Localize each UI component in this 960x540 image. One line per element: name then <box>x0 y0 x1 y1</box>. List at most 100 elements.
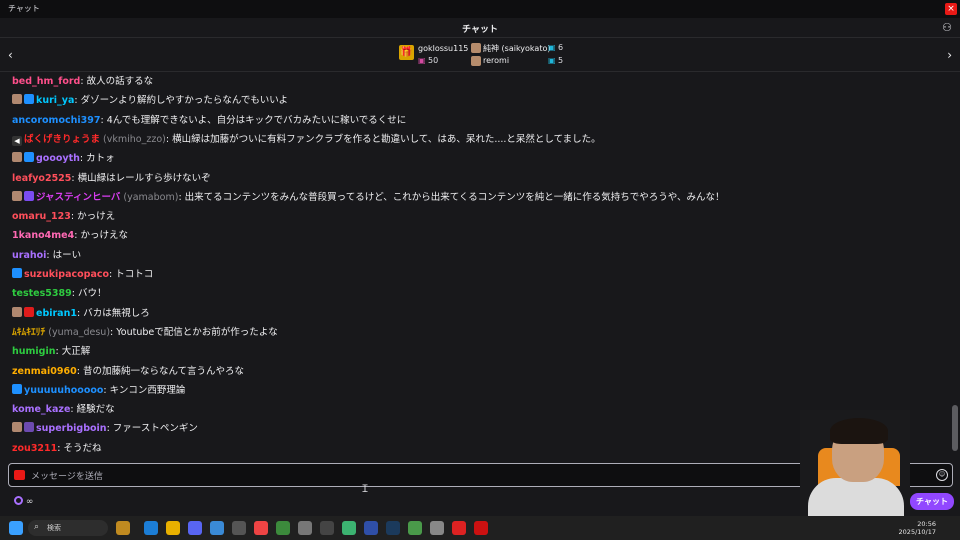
file-explorer-icon[interactable] <box>166 521 180 535</box>
windows-start-icon[interactable] <box>9 521 23 535</box>
emote-picker-icon[interactable]: ☺ <box>936 469 948 481</box>
minecraft-icon[interactable] <box>276 521 290 535</box>
red-badge-icon[interactable] <box>24 306 34 317</box>
steam-icon[interactable] <box>386 521 400 535</box>
chat-username[interactable]: ebiran1 <box>36 308 77 319</box>
x-app-icon[interactable] <box>298 521 312 535</box>
edge-browser-icon[interactable] <box>144 521 158 535</box>
chat-message: urahoi: はーい <box>12 248 81 264</box>
chat-message-text: バウ！ <box>77 288 107 300</box>
leaderboard-prev-icon[interactable]: ‹ <box>8 48 13 62</box>
chat-message: kome_kaze: 経験だな <box>12 402 115 418</box>
chat-username[interactable]: testes5389 <box>12 288 72 299</box>
taskbar-search[interactable]: ⌕ 検索 <box>28 520 108 536</box>
chat-username[interactable]: leafyo2525 <box>12 173 71 184</box>
chat-message-text: 大正解 <box>61 346 91 358</box>
chat-message-text: はーい <box>52 249 82 261</box>
chat-login-name[interactable]: (yamabom) <box>123 192 178 203</box>
chat-username[interactable]: ジャスティンヒーバ <box>36 192 120 203</box>
chat-login-name[interactable]: (vkmiho_zzo) <box>103 134 166 145</box>
leaderboard-next-icon[interactable]: › <box>947 48 952 62</box>
avatar <box>471 56 481 66</box>
chat-send-button[interactable]: チャット <box>910 493 954 510</box>
leaderboard-third-name[interactable]: reromi <box>483 56 509 65</box>
leaderboard-second-name[interactable]: 純神 (saikyokato) <box>483 43 550 54</box>
app-icon[interactable] <box>408 521 422 535</box>
chrome-icon[interactable] <box>254 521 268 535</box>
chat-message-text: そうだね <box>63 442 102 454</box>
chat-message-text: 横山緑は加藤がついに有料ファンクラブを作ると勘違いして、はあ、呆れた....と呆… <box>172 133 601 145</box>
prime-badge-icon[interactable] <box>24 152 34 163</box>
prime-badge-icon[interactable] <box>24 94 34 105</box>
discord-icon[interactable] <box>188 521 202 535</box>
sub-badge-icon[interactable] <box>24 190 34 201</box>
chat-message: ジャスティンヒーバ (yamabom): 出来てるコンテンツをみんな普段買ってる… <box>12 190 724 206</box>
chat-message: superbigboin: ファーストペンギン <box>12 421 198 437</box>
chat-message: leafyo2525: 横山緑はレールすら歩けないぞ <box>12 171 211 187</box>
text-cursor-icon: Ｉ <box>360 484 370 495</box>
mute-badge-icon[interactable]: ◀ <box>12 135 22 146</box>
gift-icon: ▣ <box>548 43 556 52</box>
chat-username[interactable]: ばくげきりょうま <box>24 134 100 145</box>
widget-icon[interactable] <box>116 521 130 535</box>
chat-message: suzukipacopaco: トコトコ <box>12 267 153 283</box>
chat-message: omaru_123: かっけえ <box>12 209 115 225</box>
app-icon[interactable] <box>430 521 444 535</box>
window-titlebar: チャット × <box>0 0 960 18</box>
chat-message: bed_hm_ford: 故人の話するな <box>12 74 153 90</box>
prime-badge-icon[interactable] <box>12 383 22 394</box>
chat-message: zou3211: そうだね <box>12 441 102 457</box>
chat-message-text: トコトコ <box>115 269 154 280</box>
chat-username[interactable]: urahoi <box>12 250 46 261</box>
chat-message-text: バカは無視しろ <box>83 307 150 319</box>
chat-message: testes5389: バウ！ <box>12 286 106 302</box>
avatar-badge-icon[interactable] <box>12 422 22 433</box>
scrollbar-thumb[interactable] <box>952 405 958 451</box>
chat-username[interactable]: kuri_ya <box>36 95 74 106</box>
chat-message: ebiran1: バカは無視しろ <box>12 306 150 322</box>
chat-username[interactable]: ﾑｷﾑｷｴﾘﾁ <box>12 327 45 338</box>
avatar-badge-icon[interactable] <box>12 190 22 201</box>
close-button[interactable]: × <box>945 3 957 15</box>
app-icon[interactable] <box>320 521 334 535</box>
leaderboard-top-name[interactable]: goklossu115 <box>418 44 468 53</box>
chat-message: yuuuuuhooooo: キンコン西野理論 <box>12 383 185 399</box>
channel-points[interactable]: ∞ <box>14 496 33 507</box>
chat-login-name[interactable]: (yuma_desu) <box>48 327 110 338</box>
streamer-hair <box>830 418 888 444</box>
chat-scrollbar[interactable] <box>952 72 958 462</box>
chat-message: ﾑｷﾑｷｴﾘﾁ (yuma_desu): Youtubeで配信とかお前が作ったよ… <box>12 325 278 341</box>
chat-username[interactable]: superbigboin <box>36 423 107 434</box>
taskbar-clock[interactable]: 20:56 2025/10/17 <box>899 520 936 536</box>
chat-username[interactable]: suzukipacopaco <box>24 269 109 280</box>
chat-username[interactable]: kome_kaze <box>12 404 70 415</box>
drive-icon[interactable] <box>342 521 356 535</box>
app-icon[interactable] <box>474 521 488 535</box>
chat-username[interactable]: zenmai0960 <box>12 366 77 377</box>
avatar <box>471 43 481 53</box>
leaderboard-top-count: 50 <box>428 56 439 65</box>
taskbar-search-label: 検索 <box>47 524 61 532</box>
avatar-badge-icon[interactable] <box>12 94 22 105</box>
app-icon[interactable] <box>452 521 466 535</box>
webcam-overlay <box>800 410 910 516</box>
camera-icon[interactable] <box>14 470 25 480</box>
notepad-icon[interactable] <box>210 521 224 535</box>
gift-icon: ▣ <box>418 56 426 65</box>
avatar-badge-icon[interactable] <box>12 306 22 317</box>
chat-username[interactable]: omaru_123 <box>12 211 71 222</box>
avatar-badge-icon[interactable] <box>12 152 22 163</box>
obs-icon[interactable] <box>232 521 246 535</box>
chat-username[interactable]: humigin <box>12 346 56 357</box>
chat-username[interactable]: goooyth <box>36 153 80 164</box>
prime-badge-icon[interactable] <box>12 268 22 278</box>
gift-leaderboard: ‹ › 🎁 goklossu115 ▣ 50 純神 (saikyokato) ▣… <box>0 38 960 72</box>
gift-badge-icon[interactable] <box>24 422 34 433</box>
chat-username[interactable]: ancoromochi397 <box>12 115 100 126</box>
chat-username[interactable]: zou3211 <box>12 443 57 454</box>
monitor-icon[interactable] <box>364 521 378 535</box>
community-users-icon[interactable]: ⚇ <box>942 21 952 34</box>
chat-username[interactable]: yuuuuuhooooo <box>24 385 103 396</box>
chat-username[interactable]: 1kano4me4 <box>12 230 74 241</box>
chat-username[interactable]: bed_hm_ford <box>12 76 80 87</box>
